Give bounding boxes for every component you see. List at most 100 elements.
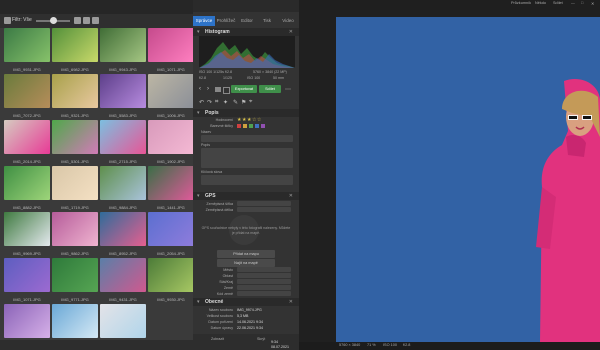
crop-icon[interactable]: ⌗ <box>215 99 218 106</box>
thumbnail-image[interactable] <box>52 212 98 246</box>
main-photo[interactable] <box>336 17 600 342</box>
thumbnail-item[interactable]: IMG_5583.JPG <box>100 74 146 119</box>
thumbnail-image[interactable] <box>4 166 50 200</box>
thumbnail-item[interactable]: IMG_9930.JPG <box>148 258 193 303</box>
rotate-left-icon[interactable]: ↶ <box>199 99 204 106</box>
grid-view-icon[interactable] <box>74 17 81 24</box>
thumbnail-item[interactable]: IMG_3210.JPG <box>52 304 98 340</box>
country-field[interactable] <box>237 285 291 290</box>
thumbnail-image[interactable] <box>148 212 193 246</box>
thumbnail-image[interactable] <box>4 28 50 62</box>
thumbnail-item[interactable]: IMG_1071.JPG <box>148 28 193 73</box>
tab-print[interactable]: Tisk <box>257 16 277 26</box>
thumbnail-item[interactable]: IMG_1902.JPG <box>148 120 193 165</box>
popis-header[interactable]: ▾ Popis <box>193 109 299 117</box>
thumbnail-item[interactable]: IMG_1071.JPG <box>4 258 50 303</box>
zoom-slider-thumb[interactable] <box>50 17 57 24</box>
details-view-icon[interactable] <box>92 17 99 24</box>
thumbnail-item[interactable]: IMG_2715.JPG <box>100 120 146 165</box>
filter-label[interactable]: Filtr: Vše <box>12 17 32 23</box>
close-icon[interactable]: ✕ <box>289 299 293 305</box>
description-field[interactable] <box>201 148 293 168</box>
edit-icon[interactable]: ✎ <box>233 99 238 106</box>
thumbnail-item[interactable]: IMG_1719.JPG <box>52 166 98 211</box>
thumbnail-image[interactable] <box>100 28 146 62</box>
thumbnail-image[interactable] <box>148 166 193 200</box>
thumbnail-item[interactable]: IMG_7072.JPG <box>4 74 50 119</box>
thumbnail-image[interactable] <box>4 74 50 108</box>
maximize-button[interactable]: □ <box>581 1 583 5</box>
thumbnail-item[interactable]: IMG_4010.JPG <box>100 304 146 340</box>
thumbnail-image[interactable] <box>100 212 146 246</box>
region-field[interactable] <box>237 273 291 278</box>
longitude-field[interactable] <box>237 207 291 212</box>
thumbnail-item[interactable]: IMG_9771.JPG <box>52 258 98 303</box>
thumbnail-image[interactable] <box>52 74 98 108</box>
thumbnail-image[interactable] <box>52 166 98 200</box>
thumbnail-item[interactable]: IMG_9969.JPG <box>4 212 50 257</box>
toolbar-item-explorer[interactable]: Průzkumník <box>511 1 531 5</box>
show-button[interactable]: Zobrazit <box>211 337 224 341</box>
rating-stars[interactable]: ★★★☆☆ <box>237 117 262 123</box>
location-icon[interactable]: ⌖ <box>249 99 252 106</box>
close-icon[interactable]: ✕ <box>289 193 293 199</box>
thumbnail-item[interactable]: IMG_9862.JPG <box>52 212 98 257</box>
thumbnail-image[interactable] <box>4 212 50 246</box>
thumbnail-item[interactable]: IMG_5301.JPG <box>52 120 98 165</box>
close-button[interactable]: ✕ <box>591 1 594 6</box>
thumbnail-item[interactable]: IMG_2054.JPG <box>148 212 193 257</box>
histogram-header[interactable]: ▾ Histogram ✕ <box>193 28 299 36</box>
thumbnail-item[interactable]: IMG_8882.JPG <box>4 166 50 211</box>
thumbnail-image[interactable] <box>148 258 193 292</box>
title-field[interactable] <box>201 135 293 142</box>
find-on-map-button[interactable]: Najít na mapě <box>217 259 275 267</box>
city-field[interactable] <box>237 267 291 272</box>
toolbar-item-share[interactable]: Sdílet <box>553 1 563 5</box>
thumbnail-image[interactable] <box>100 74 146 108</box>
thumbnail-item[interactable]: IMG_9431.JPG <box>100 258 146 303</box>
copy-icon[interactable] <box>223 87 230 94</box>
thumbnail-item[interactable]: IMG_8952.JPG <box>100 212 146 257</box>
keywords-field[interactable] <box>201 175 293 185</box>
country-code-field[interactable] <box>237 291 291 296</box>
tab-video[interactable]: Video <box>277 16 299 26</box>
thumbnail-image[interactable] <box>52 304 98 338</box>
thumbnail-image[interactable] <box>148 120 193 154</box>
latitude-field[interactable] <box>237 201 291 206</box>
thumbnail-image[interactable] <box>100 120 146 154</box>
list-view-icon[interactable] <box>83 17 90 24</box>
thumbnail-item[interactable]: IMG_1006.JPG <box>148 74 193 119</box>
thumbnail-image[interactable] <box>148 74 193 108</box>
thumbnail-item[interactable]: IMG_6982.JPG <box>52 28 98 73</box>
obecne-header[interactable]: ▾ Obecné ✕ <box>193 298 299 306</box>
thumbnail-image[interactable] <box>100 304 146 338</box>
thumbnail-image[interactable] <box>100 258 146 292</box>
add-to-map-button[interactable]: Přidat na mapu <box>217 250 275 258</box>
share-button[interactable]: Sdílet <box>259 85 281 93</box>
pin-icon[interactable]: ⚑ <box>241 99 246 106</box>
thumbnail-image[interactable] <box>52 28 98 62</box>
filter-icon[interactable] <box>4 17 11 24</box>
tab-editor[interactable]: Editor <box>237 16 257 26</box>
gps-header[interactable]: ▾ GPS ✕ <box>193 192 299 200</box>
next-icon[interactable]: › <box>207 86 209 92</box>
folder-icon[interactable] <box>215 87 221 92</box>
rotate-right-icon[interactable]: ↷ <box>207 99 212 106</box>
thumbnail-item[interactable]: IMG_2014.JPG <box>4 120 50 165</box>
thumbnail-item[interactable]: IMG_9943.JPG <box>100 28 146 73</box>
thumbnail-item[interactable]: IMG_9321.JPG <box>52 74 98 119</box>
thumbnail-item[interactable]: IMG_1055.JPG <box>4 304 50 340</box>
export-button[interactable]: Exportovat <box>231 85 257 93</box>
tab-manager[interactable]: Správce <box>193 16 215 26</box>
toolbar-item-someone[interactable]: Někdo <box>535 1 546 5</box>
thumbnail-item[interactable]: IMG_9884.JPG <box>100 166 146 211</box>
magic-icon[interactable]: ✦ <box>223 99 228 106</box>
thumbnail-image[interactable] <box>52 120 98 154</box>
thumbnail-item[interactable]: IMG_1441.JPG <box>148 166 193 211</box>
minimize-button[interactable]: — <box>571 1 575 5</box>
prev-icon[interactable]: ‹ <box>199 86 201 92</box>
thumbnail-image[interactable] <box>4 304 50 338</box>
thumbnail-image[interactable] <box>148 28 193 62</box>
close-icon[interactable]: ✕ <box>289 29 293 35</box>
thumbnail-image[interactable] <box>4 258 50 292</box>
